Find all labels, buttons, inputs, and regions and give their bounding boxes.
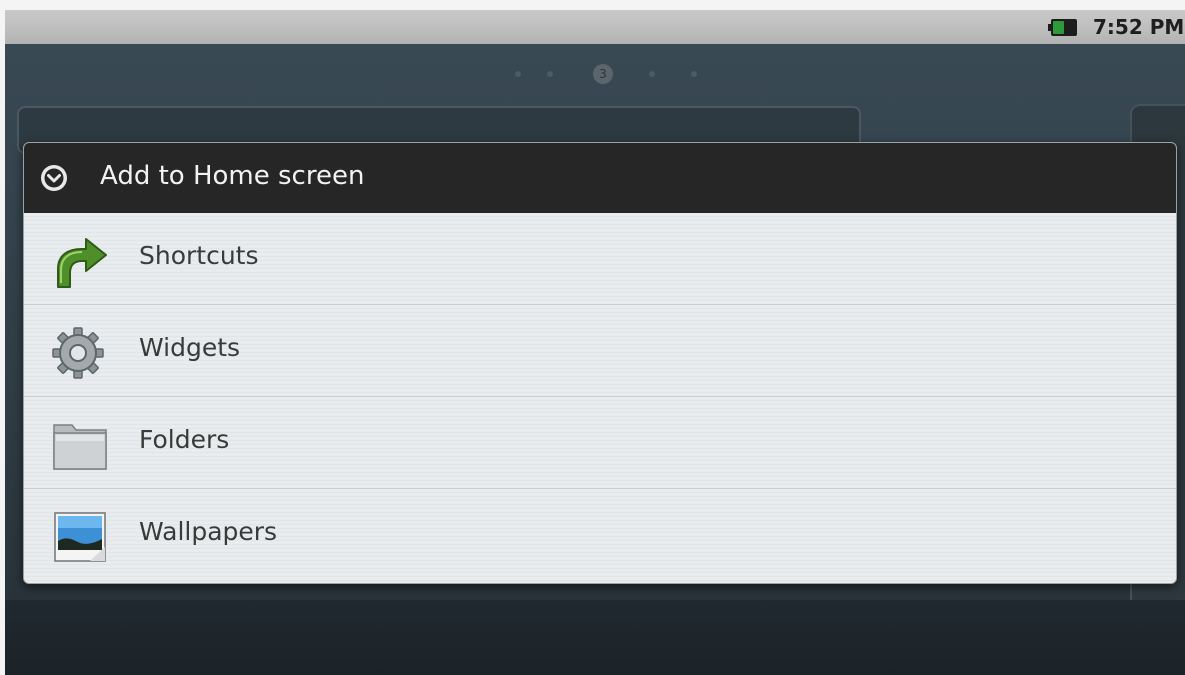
shortcut-arrow-icon xyxy=(57,238,107,288)
dialog-title: Add to Home screen xyxy=(100,161,365,191)
battery-icon xyxy=(1048,19,1077,36)
page-dot xyxy=(691,71,697,77)
add-to-home-dialog: Add to Home screen Shortcuts Widgets Fol… xyxy=(23,142,1177,584)
dialog-header: Add to Home screen xyxy=(24,143,1176,213)
folder-icon xyxy=(53,424,107,470)
wallpaper-picture-icon xyxy=(54,512,106,562)
list-item-widgets[interactable]: Widgets xyxy=(24,305,1176,397)
status-bar: 7:52 PM xyxy=(5,10,1185,44)
home-page-indicator: 3 xyxy=(485,62,725,88)
list-item-label: Shortcuts xyxy=(139,241,259,270)
chevron-down-circle-icon xyxy=(41,165,67,191)
dialog-option-list: Shortcuts Widgets Folders Wallpapers xyxy=(24,213,1176,583)
battery-cap xyxy=(1048,24,1051,31)
page-dot xyxy=(515,71,521,77)
status-clock: 7:52 PM xyxy=(1093,15,1185,39)
list-item-wallpapers[interactable]: Wallpapers xyxy=(24,489,1176,580)
page-dot xyxy=(649,71,655,77)
list-item-folders[interactable]: Folders xyxy=(24,397,1176,489)
list-item-label: Widgets xyxy=(139,333,241,362)
page-dot xyxy=(547,71,553,77)
current-page-dot: 3 xyxy=(593,64,613,84)
list-item-label: Folders xyxy=(139,425,230,454)
list-item-label: Wallpapers xyxy=(139,517,278,546)
gear-icon xyxy=(52,327,104,379)
list-item-shortcuts[interactable]: Shortcuts xyxy=(24,213,1176,305)
battery-level xyxy=(1053,21,1064,34)
home-screen-dock-area xyxy=(5,600,1185,675)
android-screen: 7:52 PM 3 Add to Home screen Shortcuts W… xyxy=(5,10,1185,675)
